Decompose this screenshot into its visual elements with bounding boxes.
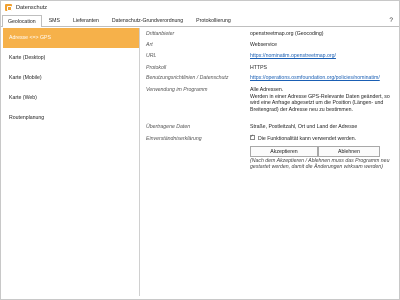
value-protokoll: HTTPS <box>250 65 268 71</box>
consent-checkbox[interactable] <box>250 133 255 141</box>
app-icon <box>5 4 12 11</box>
verwendung-line1: Alle Adressen. <box>250 87 284 93</box>
value-drittanbieter: openstreetmap.org (Geocoding) <box>250 31 324 37</box>
privacy-window: Datenschutz Geolocation SMS Lieferanten … <box>0 0 400 300</box>
tab-datenschutz-grundverordnung[interactable]: Datenschutz-Grundverordnung <box>106 15 189 26</box>
decline-button[interactable]: Ablehnen <box>318 146 380 157</box>
title-bar: Datenschutz <box>1 1 399 14</box>
label-richtlinien: Benutzungsrichtlinien / Datenschutz <box>146 75 229 81</box>
sidebar-item-karte-desktop[interactable]: Karte (Desktop) <box>3 48 139 68</box>
value-verwendung: Alle Adressen. Werden in einer Adresse G… <box>250 87 396 113</box>
label-protokoll: Protokoll <box>146 65 167 71</box>
label-drittanbieter: Drittanbieter <box>146 31 175 37</box>
tab-lieferanten[interactable]: Lieferanten <box>67 15 105 26</box>
value-daten: Straße, Postleitzahl, Ort und Land der A… <box>250 124 358 130</box>
tab-geolocation[interactable]: Geolocation <box>2 15 42 27</box>
label-verwendung: Verwendung im Programm <box>146 87 208 93</box>
url-link[interactable]: https://nominatim.openstreetmap.org/ <box>250 53 396 60</box>
restart-note: (Nach dem Akzeptieren / Ablehnen muss da… <box>250 158 390 171</box>
tab-protokollierung[interactable]: Protokollierung <box>190 15 237 26</box>
consent-checkbox-label: Die Funktionalität kann verwendet werden… <box>258 136 357 142</box>
help-icon[interactable]: ? <box>389 17 393 24</box>
window-title: Datenschutz <box>16 4 48 11</box>
label-url: URL <box>146 53 157 59</box>
policy-link[interactable]: https://operations.osmfoundation.org/pol… <box>250 75 396 82</box>
sidebar-item-adresse-gps[interactable]: Adresse <=> GPS <box>3 28 139 48</box>
verwendung-line2: Werden in einer Adresse GPS-Relevante Da… <box>250 93 390 113</box>
label-einverstaendnis: Einverständniserklärung <box>146 136 202 142</box>
consent-checkbox-row: Die Funktionalität kann verwendet werden… <box>250 133 396 143</box>
sidebar: Adresse <=> GPS Karte (Desktop) Karte (M… <box>3 28 140 296</box>
sidebar-item-karte-web[interactable]: Karte (Web) <box>3 88 139 108</box>
value-art: Webservice <box>250 42 278 48</box>
tab-bar: Geolocation SMS Lieferanten Datenschutz-… <box>1 14 399 27</box>
label-art: Art <box>146 42 153 48</box>
label-daten: Übertragene Daten <box>146 124 191 130</box>
accept-button[interactable]: Akzeptieren <box>250 146 318 157</box>
sidebar-item-routenplanung[interactable]: Routenplanung <box>3 108 139 128</box>
sidebar-item-karte-mobile[interactable]: Karte (Mobile) <box>3 68 139 88</box>
tab-sms[interactable]: SMS <box>43 15 66 26</box>
